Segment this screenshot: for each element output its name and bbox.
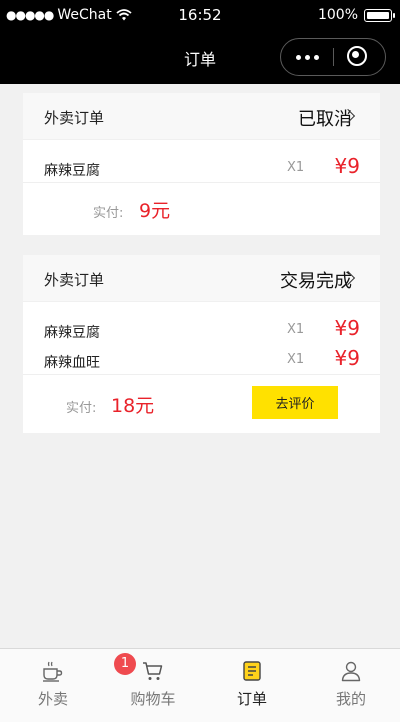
status-bar: ●●●●● WeChat 16:52 100% [0, 0, 400, 32]
paid-amount: 18元 [111, 395, 155, 417]
tab-label: 外卖 [37, 690, 68, 708]
item-quantity: X1 [287, 322, 305, 337]
order-card[interactable]: 外卖订单 已取消 麻辣豆腐 X1 ¥9 实付: 9元 [23, 93, 380, 235]
order-footer: 实付: 18元 去评价 [23, 374, 380, 433]
tab-label: 订单 [236, 690, 267, 708]
tab-label: 我的 [335, 690, 366, 708]
top-bar: ●●●●● WeChat 16:52 100% 订单 [0, 0, 400, 84]
order-item: 麻辣豆腐 X1 ¥9 [23, 314, 380, 344]
tab-orders[interactable]: 订单 [202, 649, 302, 722]
item-name: 麻辣豆腐 [44, 163, 100, 179]
close-mini-program-icon[interactable] [347, 46, 367, 66]
user-profile-icon [341, 661, 361, 682]
coffee-cup-icon [43, 661, 63, 682]
item-price: ¥9 [334, 346, 360, 370]
order-document-icon [243, 661, 261, 681]
paid-amount: 9元 [139, 200, 171, 222]
order-card-header[interactable]: 外卖订单 交易完成 [23, 255, 380, 302]
tab-takeout[interactable]: 外卖 [3, 649, 103, 722]
item-name: 麻辣血旺 [44, 355, 100, 371]
order-item: 麻辣血旺 X1 ¥9 [23, 344, 380, 374]
order-type: 外卖订单 [44, 271, 105, 289]
order-status: 交易完成 [280, 271, 352, 292]
more-menu-icon[interactable] [281, 39, 333, 75]
paid-label: 实付: [66, 401, 97, 416]
capsule-divider [333, 48, 334, 66]
write-review-button[interactable]: 去评价 [252, 386, 338, 419]
paid-label: 实付: [93, 206, 124, 221]
item-quantity: X1 [287, 160, 305, 175]
mini-program-capsule [280, 38, 386, 76]
item-price: ¥9 [334, 154, 360, 178]
battery-icon [364, 8, 395, 22]
order-type: 外卖订单 [44, 109, 105, 127]
order-card[interactable]: 外卖订单 交易完成 麻辣豆腐 X1 ¥9 麻辣血旺 X1 ¥9 实付: 18元 … [23, 255, 380, 433]
order-item: 麻辣豆腐 X1 ¥9 [23, 152, 380, 182]
tab-bar: 外卖 购物车 订单 我的 [0, 648, 400, 722]
item-quantity: X1 [287, 352, 305, 367]
order-card-header[interactable]: 外卖订单 已取消 [23, 93, 380, 140]
cart-count-badge: 1 [114, 653, 136, 675]
shopping-cart-icon [143, 662, 163, 680]
tab-profile[interactable]: 我的 [301, 649, 400, 722]
battery-percent: 100% [317, 7, 358, 23]
item-name: 麻辣豆腐 [44, 325, 100, 341]
tab-label: 购物车 [130, 690, 176, 708]
order-footer: 实付: 9元 [23, 182, 380, 235]
item-price: ¥9 [334, 316, 360, 340]
